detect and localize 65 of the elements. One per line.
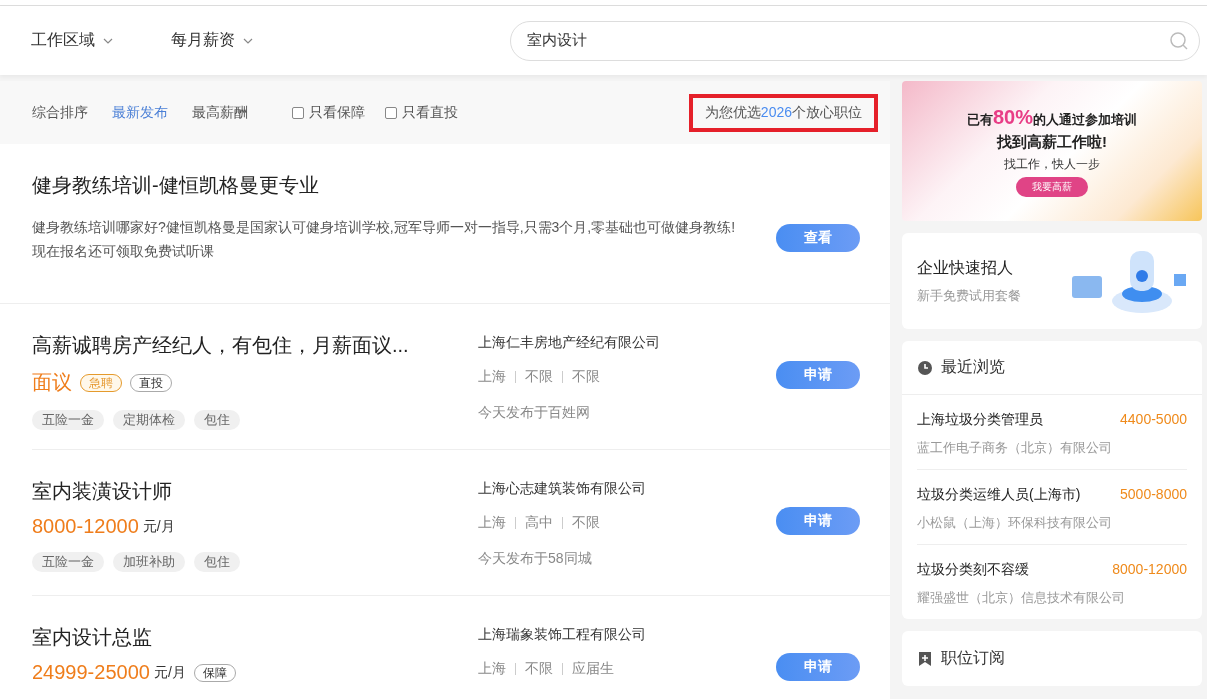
ad-title[interactable]: 健身教练培训-健恒凯格曼更专业 <box>32 172 736 199</box>
job-salary: 24999-25000 <box>32 661 150 684</box>
bookmark-plus-icon <box>917 650 933 667</box>
salary-unit: 元/月 <box>153 663 186 682</box>
recent-job-salary: 5000-8000 <box>1120 486 1187 504</box>
benefit-tag: 包住 <box>194 552 240 572</box>
checkbox-label[interactable]: 只看保障 <box>309 103 365 122</box>
checkbox-label[interactable]: 只看直投 <box>402 103 458 122</box>
recent-company: 耀强盛世（北京）信息技术有限公司 <box>917 589 1126 607</box>
banner-button[interactable]: 我要高薪 <box>1016 176 1088 197</box>
checkbox[interactable] <box>385 106 397 119</box>
sort-tab[interactable]: 最高薪酬 <box>192 103 248 122</box>
benefit-tag: 加班补助 <box>113 552 185 572</box>
recent-job-salary: 8000-12000 <box>1112 561 1187 579</box>
ad-description: 健身教练培训哪家好?健恒凯格曼是国家认可健身培训学校,冠军导师一对一指导,只需3个月,零基础也可做健身教练!现在报名还可领取免费试听课 <box>32 218 736 261</box>
checkbox[interactable] <box>292 106 304 119</box>
job-requirement: 不限 <box>525 368 553 386</box>
chevron-down-icon <box>243 37 253 44</box>
recent-company: 小松鼠（上海）环保科技有限公司 <box>917 514 1113 532</box>
filter-dropdown[interactable]: 工作区域 <box>31 30 113 51</box>
post-source: 今天发布于58同城 <box>478 550 593 568</box>
recent-title: 最近浏览 <box>941 357 1005 377</box>
clock-icon <box>917 359 933 376</box>
job-requirement: 高中 <box>525 514 553 532</box>
banner-headline: 找到高薪工作啦! <box>997 132 1107 152</box>
banner-headline: 已有80%的人通过参加培训 <box>967 105 1137 129</box>
company-name[interactable]: 上海仁丰房地产经纪有限公司 <box>478 334 776 352</box>
job-title[interactable]: 室内装潢设计师 <box>32 478 478 505</box>
recent-job-salary: 4400-5000 <box>1120 411 1187 429</box>
result-count: 为您优选2026个放心职位 <box>688 93 878 132</box>
chevron-down-icon <box>103 37 113 44</box>
job-requirement: 不限 <box>572 368 600 386</box>
job-title[interactable]: 高薪诚聘房产经纪人，有包住，月薪面议... <box>32 332 478 359</box>
promo-subtitle: 新手免费试用套餐 <box>917 286 1021 305</box>
job-salary: 8000-12000 <box>32 515 139 538</box>
promo-card[interactable]: 企业快速招人 新手免费试用套餐 <box>902 233 1202 329</box>
job-title[interactable]: 室内设计总监 <box>32 624 478 651</box>
sort-tab[interactable]: 综合排序 <box>32 103 88 122</box>
salary-unit: 元/月 <box>142 517 175 536</box>
job-requirement: 上海 <box>478 660 506 678</box>
banner-subline: 找工作，快人一步 <box>1004 155 1100 173</box>
benefit-tag: 五险一金 <box>32 552 104 572</box>
job-requirement: 上海 <box>478 368 506 386</box>
benefit-tag: 定期体检 <box>113 410 185 430</box>
subscribe-title: 职位订阅 <box>941 648 1005 668</box>
job-requirement: 不限 <box>572 514 600 532</box>
job-salary: 面议 <box>32 370 72 395</box>
post-source: 今天发布于百姓网 <box>478 404 591 422</box>
job-requirement: 上海 <box>478 514 506 532</box>
sort-tab[interactable]: 最新发布 <box>112 103 168 122</box>
recent-job-title[interactable]: 垃圾分类刻不容缓 <box>917 561 1029 579</box>
search-icon[interactable] <box>1169 30 1189 51</box>
promo-banner[interactable]: 已有80%的人通过参加培训 找到高薪工作啦! 找工作，快人一步 我要高薪 <box>902 81 1202 221</box>
recent-company: 蓝工作电子商务（北京）有限公司 <box>917 439 1113 457</box>
company-name[interactable]: 上海心志建筑装饰有限公司 <box>478 480 776 498</box>
recent-job-title[interactable]: 垃圾分类运维人员(上海市) <box>917 486 1081 504</box>
filter-dropdown[interactable]: 每月薪资 <box>171 30 253 51</box>
job-requirement: 不限 <box>525 660 553 678</box>
job-badge: 急聘 <box>80 373 122 392</box>
company-name[interactable]: 上海瑞象装饰工程有限公司 <box>478 626 776 644</box>
benefit-tag: 五险一金 <box>32 410 104 430</box>
promo-title: 企业快速招人 <box>917 257 1014 278</box>
benefit-tag: 包住 <box>194 410 240 430</box>
job-requirement: 应届生 <box>572 660 614 678</box>
recent-job-title[interactable]: 上海垃圾分类管理员 <box>917 411 1043 429</box>
